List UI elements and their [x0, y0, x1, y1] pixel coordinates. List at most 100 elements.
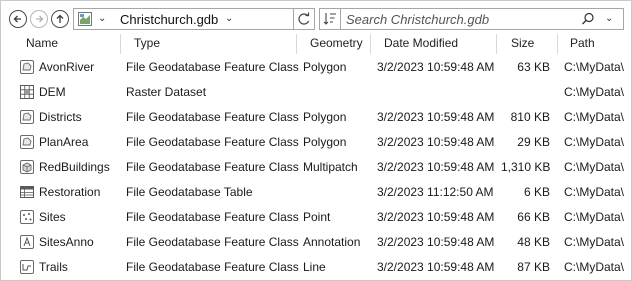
item-name: Trails	[39, 260, 68, 274]
table-icon	[20, 185, 34, 199]
column-header-name[interactable]: Name	[26, 36, 58, 50]
column-header-path[interactable]: Path	[570, 36, 595, 50]
search-input[interactable]: Search Christchurch.gdb ⌄	[341, 8, 624, 30]
item-path: C:\MyData\	[564, 210, 625, 224]
item-geometry: Point	[303, 210, 331, 224]
item-name: RedBuildings	[39, 160, 110, 174]
column-header-date-modified[interactable]: Date Modified	[384, 36, 458, 50]
item-name: DEM	[39, 85, 66, 99]
sort-button[interactable]	[319, 8, 341, 30]
raster-dataset-icon	[20, 85, 34, 99]
item-path: C:\MyData\	[564, 235, 625, 249]
address-history-chevron-icon[interactable]: ⌄	[98, 13, 106, 24]
geodatabase-icon	[78, 12, 92, 26]
column-divider[interactable]	[296, 34, 297, 54]
item-date-modified: 3/2/2023 10:59:48 AM	[377, 60, 495, 74]
item-geometry: Polygon	[303, 110, 347, 124]
item-type: File Geodatabase Feature Class	[126, 110, 299, 124]
item-size: 48 KB	[517, 235, 550, 249]
list-item-sites[interactable]: Sites File Geodatabase Feature Class Poi…	[1, 205, 631, 230]
item-size: 87 KB	[517, 260, 550, 274]
item-size: 29 KB	[517, 135, 550, 149]
catalog-browse-pane: ⌄ Christchurch.gdb ⌄ Search Christchurch…	[0, 0, 632, 281]
search-placeholder: Search Christchurch.gdb	[346, 12, 490, 27]
item-date-modified: 3/2/2023 10:59:48 AM	[377, 235, 495, 249]
list-item-planarea[interactable]: PlanArea File Geodatabase Feature Class …	[1, 130, 631, 155]
item-type: Raster Dataset	[126, 85, 207, 99]
item-date-modified: 3/2/2023 11:12:50 AM	[377, 185, 494, 199]
list-item-restoration[interactable]: Restoration File Geodatabase Table 3/2/2…	[1, 180, 631, 205]
arrow-up-icon	[56, 14, 64, 23]
item-date-modified: 3/2/2023 10:59:48 AM	[377, 135, 495, 149]
item-type: File Geodatabase Feature Class	[126, 60, 299, 74]
item-type: File Geodatabase Feature Class	[126, 260, 299, 274]
arrow-right-icon	[36, 15, 44, 23]
item-name: PlanArea	[39, 135, 89, 149]
column-divider[interactable]	[120, 34, 121, 54]
list-item-avonriver[interactable]: AvonRiver File Geodatabase Feature Class…	[1, 55, 631, 80]
list-item-trails[interactable]: Trails File Geodatabase Feature Class Li…	[1, 255, 631, 280]
list-item-sitesanno[interactable]: SitesAnno File Geodatabase Feature Class…	[1, 230, 631, 255]
list-item-dem[interactable]: DEM Raster Dataset C:\MyData\	[1, 80, 631, 105]
item-name: Districts	[39, 110, 82, 124]
column-divider[interactable]	[557, 34, 558, 54]
polygon-feature-class-icon	[20, 135, 34, 149]
item-size: 63 KB	[517, 60, 550, 74]
column-header-size[interactable]: Size	[511, 36, 534, 50]
column-header-type[interactable]: Type	[134, 36, 160, 50]
polygon-feature-class-icon	[20, 110, 34, 124]
item-date-modified: 3/2/2023 10:59:48 AM	[377, 260, 495, 274]
forward-button[interactable]	[30, 10, 48, 28]
item-size: 1,310 KB	[501, 160, 551, 174]
refresh-icon	[298, 12, 310, 25]
item-path: C:\MyData\	[564, 260, 625, 274]
item-geometry: Polygon	[303, 135, 347, 149]
search-options-chevron-icon[interactable]: ⌄	[605, 13, 613, 24]
item-type: File Geodatabase Feature Class	[126, 210, 299, 224]
up-button[interactable]	[51, 10, 69, 28]
address-dropdown-chevron-icon[interactable]: ⌄	[225, 13, 233, 24]
item-name: Restoration	[39, 185, 101, 199]
item-path: C:\MyData\	[564, 185, 625, 199]
line-feature-class-icon	[20, 260, 34, 274]
back-button[interactable]	[9, 10, 27, 28]
toolbar: ⌄ Christchurch.gdb ⌄ Search Christchurch…	[1, 1, 631, 37]
item-date-modified: 3/2/2023 10:59:48 AM	[377, 110, 495, 124]
item-geometry: Annotation	[303, 235, 361, 249]
item-path: C:\MyData\	[564, 135, 625, 149]
item-type: File Geodatabase Feature Class	[126, 235, 299, 249]
list-item-districts[interactable]: Districts File Geodatabase Feature Class…	[1, 105, 631, 130]
address-value: Christchurch.gdb	[120, 12, 219, 27]
item-path: C:\MyData\	[564, 110, 625, 124]
item-size: 6 KB	[523, 185, 550, 199]
item-size: 66 KB	[517, 210, 550, 224]
column-header-row: Name Type Geometry Date Modified Size Pa…	[1, 34, 631, 54]
arrow-left-icon	[13, 15, 21, 23]
item-size: 810 KB	[510, 110, 550, 124]
item-geometry: Line	[303, 260, 326, 274]
search-icon[interactable]	[581, 12, 595, 26]
refresh-button[interactable]	[294, 8, 315, 30]
polygon-feature-class-icon	[20, 60, 34, 74]
column-divider[interactable]	[370, 34, 371, 54]
list-item-redbuildings[interactable]: RedBuildings File Geodatabase Feature Cl…	[1, 155, 631, 180]
item-date-modified: 3/2/2023 10:59:48 AM	[377, 210, 495, 224]
item-type: File Geodatabase Feature Class	[126, 135, 299, 149]
item-geometry: Multipatch	[303, 160, 358, 174]
multipatch-feature-class-icon	[20, 160, 34, 174]
column-divider[interactable]	[496, 34, 497, 54]
item-geometry: Polygon	[303, 60, 347, 74]
item-name: Sites	[39, 210, 66, 224]
column-header-geometry[interactable]: Geometry	[310, 36, 363, 50]
sort-icon	[323, 13, 336, 25]
item-type: File Geodatabase Feature Class	[126, 160, 299, 174]
item-path: C:\MyData\	[564, 160, 625, 174]
item-type: File Geodatabase Table	[126, 185, 253, 199]
point-feature-class-icon	[20, 210, 34, 224]
address-bar[interactable]: ⌄ Christchurch.gdb ⌄	[73, 8, 294, 30]
item-path: C:\MyData\	[564, 85, 625, 99]
item-name: AvonRiver	[39, 60, 95, 74]
item-path: C:\MyData\	[564, 60, 625, 74]
annotation-feature-class-icon	[20, 235, 34, 249]
item-name: SitesAnno	[39, 235, 94, 249]
